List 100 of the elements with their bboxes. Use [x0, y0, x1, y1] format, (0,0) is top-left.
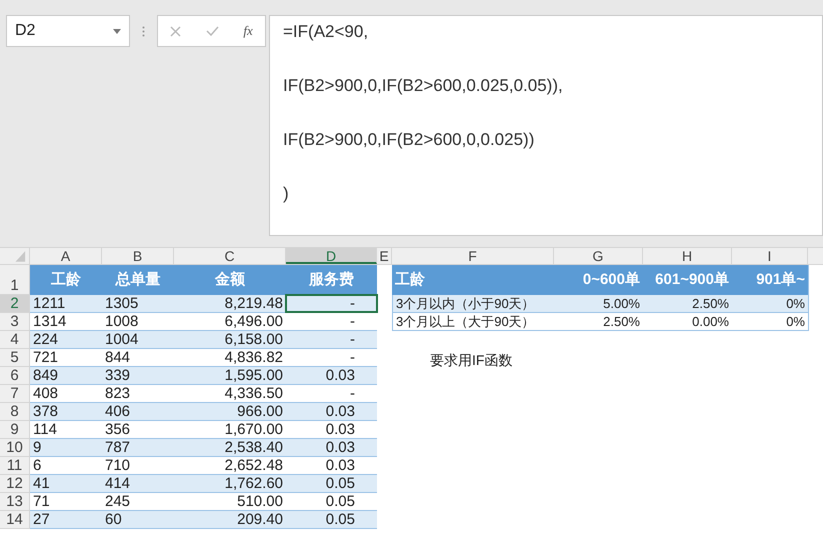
formula-line: IF(B2>900,0,IF(B2>600,0.025,0.05)), [283, 75, 564, 97]
table-header-cell-text: 金额 [214, 270, 246, 290]
column-header[interactable]: D [286, 248, 377, 264]
column-header[interactable]: E [377, 248, 392, 264]
table-cell[interactable]: 1314 [30, 313, 102, 330]
table-cell[interactable]: 1008 [102, 313, 174, 330]
table-cell[interactable]: 209.40 [174, 511, 286, 528]
table-cell[interactable]: 408 [30, 385, 102, 402]
table-cell[interactable]: - [286, 313, 377, 330]
table-cell[interactable]: - [286, 295, 377, 312]
table-cell[interactable]: 339 [102, 367, 174, 384]
table-cell[interactable]: 849 [30, 367, 102, 384]
row-header[interactable]: 14 [0, 511, 30, 529]
table-cell[interactable]: 60 [102, 511, 174, 528]
table-cell[interactable]: 356 [102, 421, 174, 438]
table-cell[interactable]: 0% [732, 313, 808, 330]
table-cell[interactable]: - [286, 331, 377, 348]
table-cell[interactable]: 4,836.82 [174, 349, 286, 366]
table-cell[interactable]: 966.00 [174, 403, 286, 420]
table-header-cell-text: 工龄 [394, 270, 426, 290]
row-header[interactable]: 13 [0, 493, 30, 511]
column-header[interactable]: I [732, 248, 808, 264]
table-header-cell-text: 901单~ [755, 270, 806, 290]
table-cell[interactable]: 27 [30, 511, 102, 528]
column-header[interactable]: A [30, 248, 102, 264]
table-header-cell-text: 601~900单 [654, 270, 730, 290]
table-cell[interactable]: 2.50% [554, 313, 643, 330]
name-box[interactable]: D2 [6, 15, 130, 47]
formula-field[interactable]: =IF(A2<90, IF(B2>900,0,IF(B2>600,0.025,0.05)), IF(B2>900,0,IF(B2>600,0,0.025)) ) [269, 15, 823, 236]
table-cell[interactable]: 6 [30, 457, 102, 474]
table-cell[interactable]: 5.00% [554, 295, 643, 312]
table-cell[interactable]: 245 [102, 493, 174, 510]
row-header[interactable]: 7 [0, 385, 30, 403]
dropdown-caret-icon [113, 28, 121, 34]
table-cell[interactable]: 721 [30, 349, 102, 366]
table-cell[interactable]: 0.03 [286, 367, 377, 384]
note-text: 要求用IF函数 [430, 351, 514, 370]
table-cell[interactable]: 71 [30, 493, 102, 510]
table-cell[interactable]: 6,158.00 [174, 331, 286, 348]
table-cell[interactable]: 2,652.48 [174, 457, 286, 474]
table-cell[interactable]: 3个月以内（小于90天） [393, 295, 554, 312]
column-header[interactable]: G [554, 248, 643, 264]
formula-line: ) [283, 183, 290, 205]
table-cell[interactable]: 8,219.48 [174, 295, 286, 312]
row-header[interactable]: 3 [0, 313, 30, 331]
table-header-cell-text: 总单量 [114, 270, 162, 290]
column-header[interactable]: B [102, 248, 174, 264]
table-cell[interactable]: 0% [732, 295, 808, 312]
table-cell[interactable]: 0.03 [286, 439, 377, 456]
table-cell[interactable]: 406 [102, 403, 174, 420]
row-header[interactable]: 10 [0, 439, 30, 457]
table-cell[interactable]: 9 [30, 439, 102, 456]
row-header[interactable]: 11 [0, 457, 30, 475]
table-cell[interactable]: 844 [102, 349, 174, 366]
table-cell[interactable]: 3个月以上（大于90天） [393, 313, 554, 330]
row-header[interactable]: 5 [0, 349, 30, 367]
table-cell[interactable]: 0.05 [286, 475, 377, 492]
table-cell[interactable]: 0.00% [643, 313, 732, 330]
row-header[interactable]: 2 [0, 295, 30, 313]
table-cell[interactable]: - [286, 385, 377, 402]
row-header[interactable]: 6 [0, 367, 30, 385]
column-header[interactable]: F [392, 248, 554, 264]
formula-line: IF(B2>900,0,IF(B2>600,0,0.025)) [283, 129, 536, 151]
table-cell[interactable]: 414 [102, 475, 174, 492]
table-cell[interactable]: 1305 [102, 295, 174, 312]
table-cell[interactable]: 1004 [102, 331, 174, 348]
table-cell[interactable]: 2,538.40 [174, 439, 286, 456]
insert-function-button[interactable]: fx [243, 21, 253, 41]
table-cell[interactable]: 2.50% [643, 295, 732, 312]
table-cell[interactable]: 0.05 [286, 493, 377, 510]
table-cell[interactable]: 0.05 [286, 511, 377, 528]
column-header[interactable]: H [643, 248, 732, 264]
table-cell[interactable]: 710 [102, 457, 174, 474]
row-header[interactable]: 9 [0, 421, 30, 439]
table-cell[interactable]: 823 [102, 385, 174, 402]
table-cell[interactable]: 510.00 [174, 493, 286, 510]
table-cell[interactable]: 0.03 [286, 403, 377, 420]
table-cell[interactable]: 114 [30, 421, 102, 438]
table-cell[interactable]: 224 [30, 331, 102, 348]
row-header[interactable]: 12 [0, 475, 30, 493]
row-header[interactable]: 1 [0, 265, 30, 295]
table-cell[interactable]: 0.03 [286, 421, 377, 438]
table-cell[interactable]: 4,336.50 [174, 385, 286, 402]
table-cell[interactable]: 1,670.00 [174, 421, 286, 438]
table-header-cell-text: 0~600单 [582, 270, 641, 290]
formula-line: =IF(A2<90, [283, 21, 370, 43]
table-cell[interactable]: 6,496.00 [174, 313, 286, 330]
table-cell[interactable]: - [286, 349, 377, 366]
check-icon[interactable] [206, 26, 219, 36]
table-cell[interactable]: 1,762.60 [174, 475, 286, 492]
table-cell[interactable]: 0.03 [286, 457, 377, 474]
row-header[interactable]: 4 [0, 331, 30, 349]
row-header[interactable]: 8 [0, 403, 30, 421]
table-cell[interactable]: 787 [102, 439, 174, 456]
table-cell[interactable]: 1211 [30, 295, 102, 312]
table-cell[interactable]: 1,595.00 [174, 367, 286, 384]
table-cell[interactable]: 378 [30, 403, 102, 420]
cancel-icon[interactable] [170, 26, 182, 36]
table-header-cell-text: 工龄 [50, 270, 82, 290]
table-cell[interactable]: 41 [30, 475, 102, 492]
